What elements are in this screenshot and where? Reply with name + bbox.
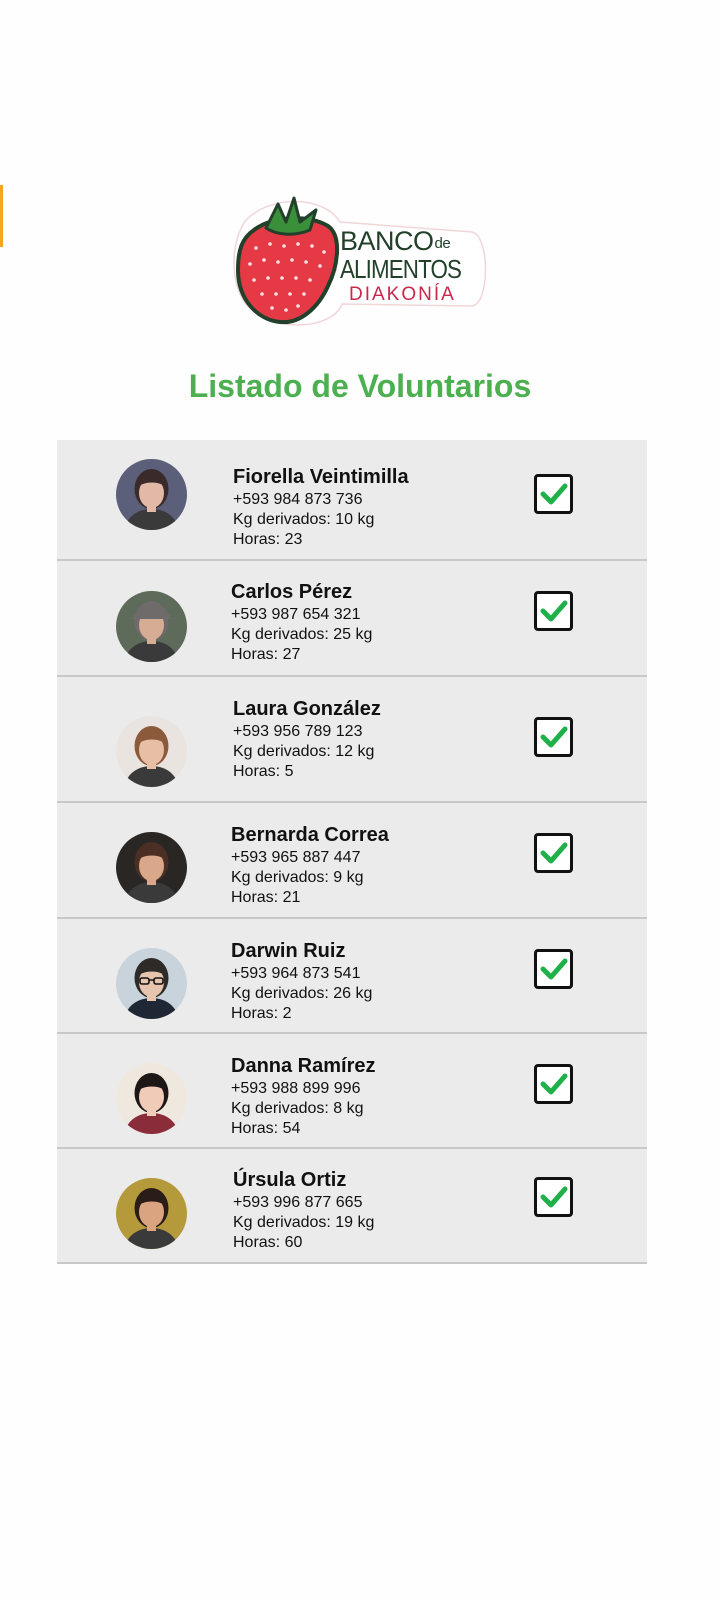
volunteer-row: Laura González +593 956 789 123 Kg derivad… (57, 677, 647, 803)
volunteer-name: Úrsula Ortiz (233, 1169, 347, 1191)
volunteer-phone: +593 965 887 447 (231, 849, 361, 866)
checkmark-icon (540, 958, 568, 980)
brand-name: BANCOde ALIMENTOS DIAKONÍA (340, 226, 481, 305)
volunteer-kg: Kg derivados: 9 kg (231, 869, 364, 886)
avatar (116, 459, 187, 530)
volunteer-hours: Horas: 23 (233, 531, 303, 548)
checkmark-icon (540, 726, 568, 748)
volunteer-phone: +593 988 899 996 (231, 1080, 361, 1097)
avatar (116, 591, 187, 662)
volunteer-info: Darwin Ruiz +593 964 873 541 Kg derivados:… (231, 940, 372, 1024)
volunteer-row: Danna Ramírez +593 988 899 996 Kg derivado… (57, 1034, 647, 1149)
edge-marker (0, 185, 3, 247)
brand-line1: BANCOde (340, 226, 451, 256)
page-title: Listado de Voluntarios (188, 368, 532, 404)
volunteer-phone: +593 984 873 736 (233, 491, 363, 508)
volunteer-phone: +593 996 877 665 (233, 1194, 363, 1211)
avatar (116, 948, 187, 1019)
avatar (116, 716, 187, 787)
volunteer-info: Bernarda Correa +593 965 887 447 Kg deriva… (231, 824, 389, 908)
volunteer-hours: Horas: 21 (231, 889, 301, 906)
volunteer-hours: Horas: 27 (231, 646, 301, 663)
volunteer-hours: Horas: 5 (233, 763, 294, 780)
volunteer-checkbox[interactable] (534, 949, 573, 989)
volunteer-list: Fiorella Veintimilla +593 984 873 736 Kg d… (57, 440, 647, 1264)
volunteer-phone: +593 956 789 123 (233, 723, 363, 740)
volunteer-kg: Kg derivados: 19 kg (233, 1214, 375, 1231)
volunteer-info: Laura González +593 956 789 123 Kg derivad… (233, 698, 381, 782)
volunteer-hours: Horas: 60 (233, 1234, 303, 1251)
volunteer-phone: +593 964 873 541 (231, 965, 361, 982)
volunteer-row: Fiorella Veintimilla +593 984 873 736 Kg d… (57, 440, 647, 561)
volunteer-name: Laura González (233, 698, 381, 720)
volunteer-info: Carlos Pérez +593 987 654 321 Kg derivados… (231, 581, 372, 665)
checkmark-icon (540, 483, 568, 505)
volunteer-row: Darwin Ruiz +593 964 873 541 Kg derivados:… (57, 919, 647, 1034)
volunteer-checkbox[interactable] (534, 474, 573, 514)
volunteer-hours: Horas: 54 (231, 1120, 301, 1137)
volunteer-name: Carlos Pérez (231, 581, 353, 603)
brand-logo: BANCOde ALIMENTOS DIAKONÍA (232, 192, 492, 334)
brand-line2: ALIMENTOS (340, 254, 462, 284)
volunteer-info: Úrsula Ortiz +593 996 877 665 Kg derivados… (233, 1169, 374, 1253)
volunteer-info: Fiorella Veintimilla +593 984 873 736 Kg d… (233, 466, 409, 550)
volunteer-name: Bernarda Correa (231, 824, 389, 846)
avatar (116, 1063, 187, 1134)
volunteer-row: Úrsula Ortiz +593 996 877 665 Kg derivados… (57, 1149, 647, 1264)
volunteer-checkbox[interactable] (534, 717, 573, 757)
volunteer-kg: Kg derivados: 10 kg (233, 511, 375, 528)
checkmark-icon (540, 842, 568, 864)
checkmark-icon (540, 600, 568, 622)
volunteer-kg: Kg derivados: 26 kg (231, 985, 373, 1002)
volunteer-checkbox[interactable] (534, 833, 573, 873)
checkmark-icon (540, 1186, 568, 1208)
volunteer-kg: Kg derivados: 25 kg (231, 626, 373, 643)
volunteer-name: Darwin Ruiz (231, 940, 346, 962)
volunteer-hours: Horas: 2 (231, 1005, 292, 1022)
volunteer-row: Bernarda Correa +593 965 887 447 Kg deriva… (57, 803, 647, 919)
avatar (116, 1178, 187, 1249)
volunteer-kg: Kg derivados: 8 kg (231, 1100, 364, 1117)
brand-de: de (434, 235, 451, 252)
avatar (116, 832, 187, 903)
volunteer-kg: Kg derivados: 12 kg (233, 743, 375, 760)
volunteer-info: Danna Ramírez +593 988 899 996 Kg derivado… (231, 1055, 376, 1139)
volunteer-checkbox[interactable] (534, 591, 573, 631)
volunteer-row: Carlos Pérez +593 987 654 321 Kg derivados… (57, 561, 647, 677)
volunteer-checkbox[interactable] (534, 1064, 573, 1104)
volunteer-name: Fiorella Veintimilla (233, 466, 409, 488)
volunteer-name: Danna Ramírez (231, 1055, 376, 1077)
brand-line3: DIAKONÍA (349, 284, 456, 305)
volunteer-phone: +593 987 654 321 (231, 606, 361, 623)
volunteer-checkbox[interactable] (534, 1177, 573, 1217)
checkmark-icon (540, 1073, 568, 1095)
